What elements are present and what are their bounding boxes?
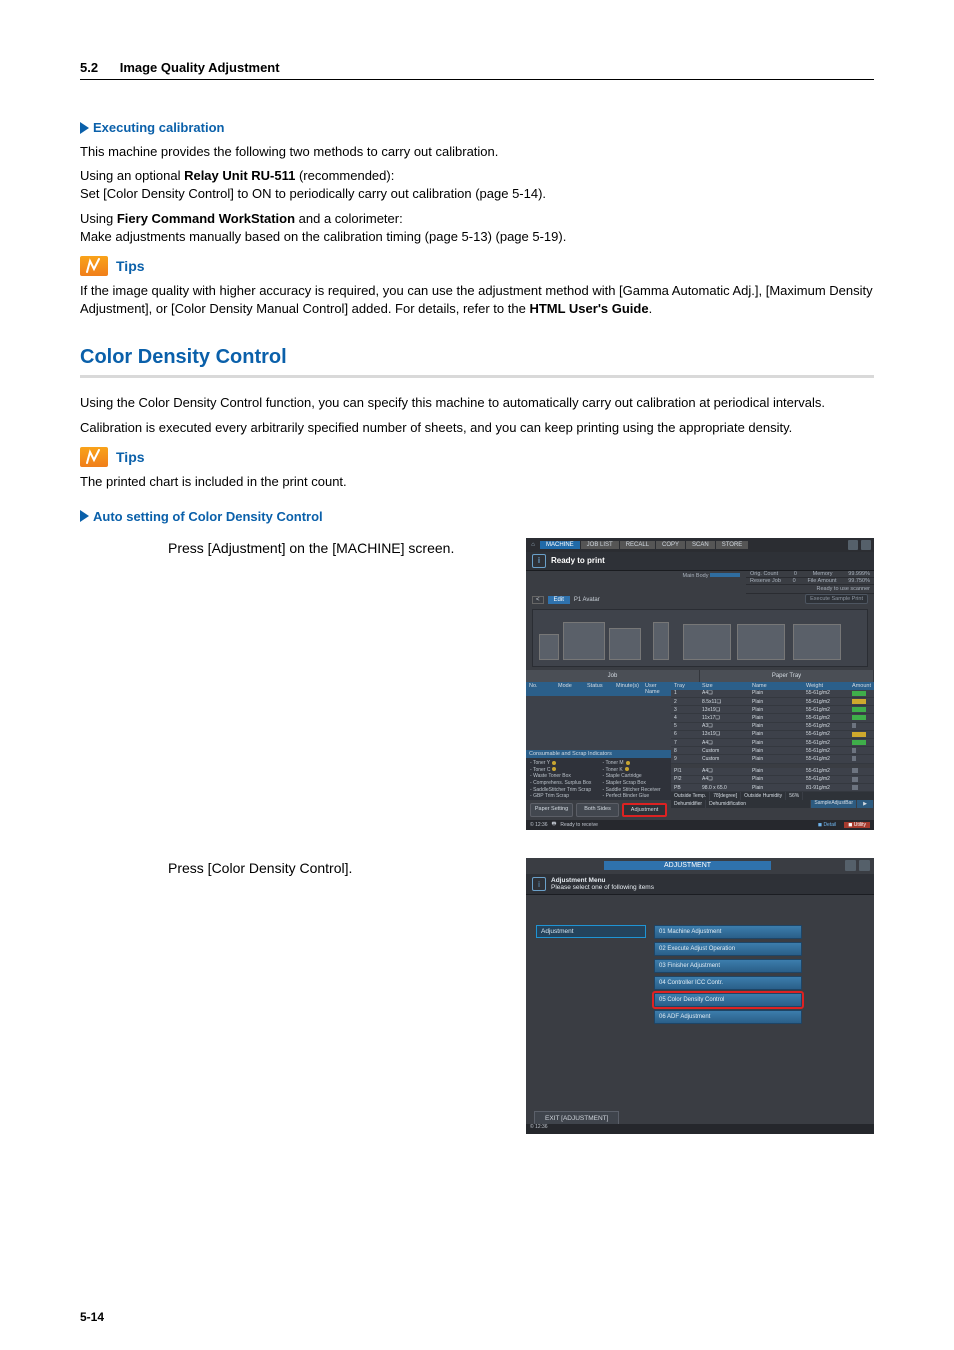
- section-number: 5.2: [80, 60, 98, 75]
- paper-tray-row[interactable]: 7A4❏Plain55-61g/m2: [671, 739, 874, 747]
- subheading-executing-calibration: Executing calibration: [80, 120, 874, 135]
- heading-rule: [80, 375, 874, 378]
- tips-header: Tips: [80, 256, 874, 276]
- machine-diagram: [532, 609, 868, 667]
- heading-color-density-control: Color Density Control: [80, 346, 874, 369]
- dehumidifier-row: DehumidifierDehumidificationSampleAdjust…: [671, 800, 874, 808]
- adjustment-menu-item[interactable]: 01 Machine Adjustment: [654, 925, 802, 939]
- paper-tray-row[interactable]: 5A3❏Plain55-61g/m2: [671, 723, 874, 731]
- footer-status-bar: © 12:36: [526, 1124, 874, 1134]
- paper setting-button[interactable]: Paper Setting: [530, 803, 573, 817]
- tab-machine[interactable]: MACHINE: [540, 541, 580, 549]
- triangle-icon: [80, 122, 89, 134]
- adjustment-menu-item[interactable]: 05 Color Density Control: [654, 993, 802, 1007]
- utility-button[interactable]: ◼ Utility: [844, 822, 870, 828]
- tab-job list[interactable]: JOB LIST: [581, 541, 619, 549]
- tab-copy[interactable]: COPY: [656, 541, 685, 549]
- paper-tray-row[interactable]: 9CustomPlain55-61g/m2: [671, 755, 874, 763]
- info-icon: i: [532, 554, 546, 568]
- tips-text: The printed chart is included in the pri…: [80, 473, 874, 491]
- consumable-list: Toner YToner CWaste Toner BoxComprehens.…: [526, 758, 671, 800]
- tips-header: Tips: [80, 447, 874, 467]
- footer-status-bar: © 12:36🖶Ready to receive◼ Detail◼ Utilit…: [526, 820, 874, 830]
- subheading-auto-setting: Auto setting of Color Density Control: [80, 509, 874, 524]
- outside-temp-row: Outside Temp.78[degree]Outside Humidity5…: [671, 792, 874, 800]
- adjustment-header: iAdjustment MenuPlease select one of fol…: [526, 874, 874, 895]
- settings-icon[interactable]: [848, 540, 858, 550]
- paper-tray-row[interactable]: 8CustomPlain55-61g/m2: [671, 747, 874, 755]
- job-header: No.ModeStatusMinute(s)User Name: [526, 682, 671, 696]
- paragraph: Using the Color Density Control function…: [80, 394, 874, 412]
- section-header: 5.2 Image Quality Adjustment: [80, 60, 874, 80]
- paper-tray-row[interactable]: 411x17❏Plain55-61g/m2: [671, 714, 874, 722]
- adjustment-menu-item[interactable]: 06 ADF Adjustment: [654, 1010, 802, 1024]
- paper-tray-row[interactable]: 613x19❏Plain55-61g/m2: [671, 731, 874, 739]
- step-1-text: Press [Adjustment] on the [MACHINE] scre…: [80, 538, 496, 559]
- adjustment-menu-item[interactable]: 03 Finisher Adjustment: [654, 959, 802, 973]
- ready-text: Ready to print: [551, 556, 605, 565]
- settings-icon[interactable]: [845, 860, 856, 871]
- detail-button[interactable]: ◼ Detail: [814, 822, 840, 828]
- printer-icon: 🖶: [552, 821, 557, 829]
- machine-screen: ⌂MACHINEJOB LISTRECALLCOPYSCANSTORE i Read…: [526, 538, 874, 828]
- tips-text: If the image quality with higher accurac…: [80, 282, 874, 318]
- adjustment-top-bar: ADJUSTMENT: [526, 858, 874, 874]
- tab-recall[interactable]: RECALL: [620, 541, 655, 549]
- paragraph: Calibration is executed every arbitraril…: [80, 419, 874, 437]
- paper-tray-panel-title: Paper Tray: [700, 670, 874, 682]
- sample-adjust-bar[interactable]: SampleAdjustBar: [811, 800, 857, 808]
- help-icon[interactable]: [861, 540, 871, 550]
- job-panel-title: Job: [526, 670, 700, 682]
- top-tab-bar: ⌂MACHINEJOB LISTRECALLCOPYSCANSTORE: [526, 538, 874, 552]
- tips-label: Tips: [116, 449, 145, 465]
- step-2-text: Press [Color Density Control].: [80, 858, 496, 879]
- paper-tray-row[interactable]: PB98.0 x 65.0Plain81-91g/m2: [671, 784, 874, 792]
- paragraph: This machine provides the following two …: [80, 143, 874, 161]
- tips-label: Tips: [116, 258, 145, 274]
- home-icon[interactable]: ⌂: [526, 542, 540, 548]
- paper-tray-row[interactable]: PI2A4❏Plain55-61g/m2: [671, 776, 874, 784]
- adjustment-menu-item[interactable]: 02 Execute Adjust Operation: [654, 942, 802, 956]
- tips-icon: [80, 447, 108, 467]
- avatar-label: P1 Avatar: [574, 597, 600, 603]
- tab-scan[interactable]: SCAN: [686, 541, 715, 549]
- paragraph: Using Fiery Command WorkStation and a co…: [80, 210, 874, 246]
- page-number: 5-14: [80, 1310, 104, 1324]
- paragraph: Using an optional Relay Unit RU-511 (rec…: [80, 167, 874, 203]
- adjustment-button[interactable]: Adjustment: [622, 803, 667, 817]
- paper-tray-row[interactable]: 313x19❏Plain55-61g/m2: [671, 706, 874, 714]
- status-bar: i Ready to print: [526, 552, 874, 571]
- triangle-icon: [80, 510, 89, 522]
- paper-tray-header: TraySizeNameWeightAmount: [671, 682, 874, 690]
- adjustment-category-button[interactable]: Adjustment: [536, 925, 646, 938]
- paper-tray-row[interactable]: 1A4❏Plain55-61g/m2: [671, 690, 874, 698]
- edit-avatar-button[interactable]: Edit: [548, 596, 570, 604]
- info-icon: i: [532, 877, 546, 891]
- tab-store[interactable]: STORE: [716, 541, 749, 549]
- paper-tray-row[interactable]: PI1A4❏Plain55-61g/m2: [671, 768, 874, 776]
- adjustment-tab[interactable]: ADJUSTMENT: [604, 861, 771, 870]
- section-title: Image Quality Adjustment: [120, 60, 280, 75]
- both sides-button[interactable]: Both Sides: [576, 803, 619, 817]
- help-icon[interactable]: [859, 860, 870, 871]
- adjustment-screen: ADJUSTMENT iAdjustment MenuPlease select …: [526, 858, 874, 1134]
- adjustment-menu-item[interactable]: 04 Controller ICC Contr.: [654, 976, 802, 990]
- tips-icon: [80, 256, 108, 276]
- prev-avatar-button[interactable]: <: [532, 596, 544, 604]
- execute-sample-print-button[interactable]: Execute Sample Print: [805, 594, 868, 604]
- paper-tray-row[interactable]: 28.5x11❏Plain55-61g/m2: [671, 698, 874, 706]
- scroll-arrow-icon[interactable]: ▶: [857, 800, 874, 808]
- consumable-title: Consumable and Scrap Indicators: [526, 750, 671, 758]
- job-list: [526, 696, 671, 750]
